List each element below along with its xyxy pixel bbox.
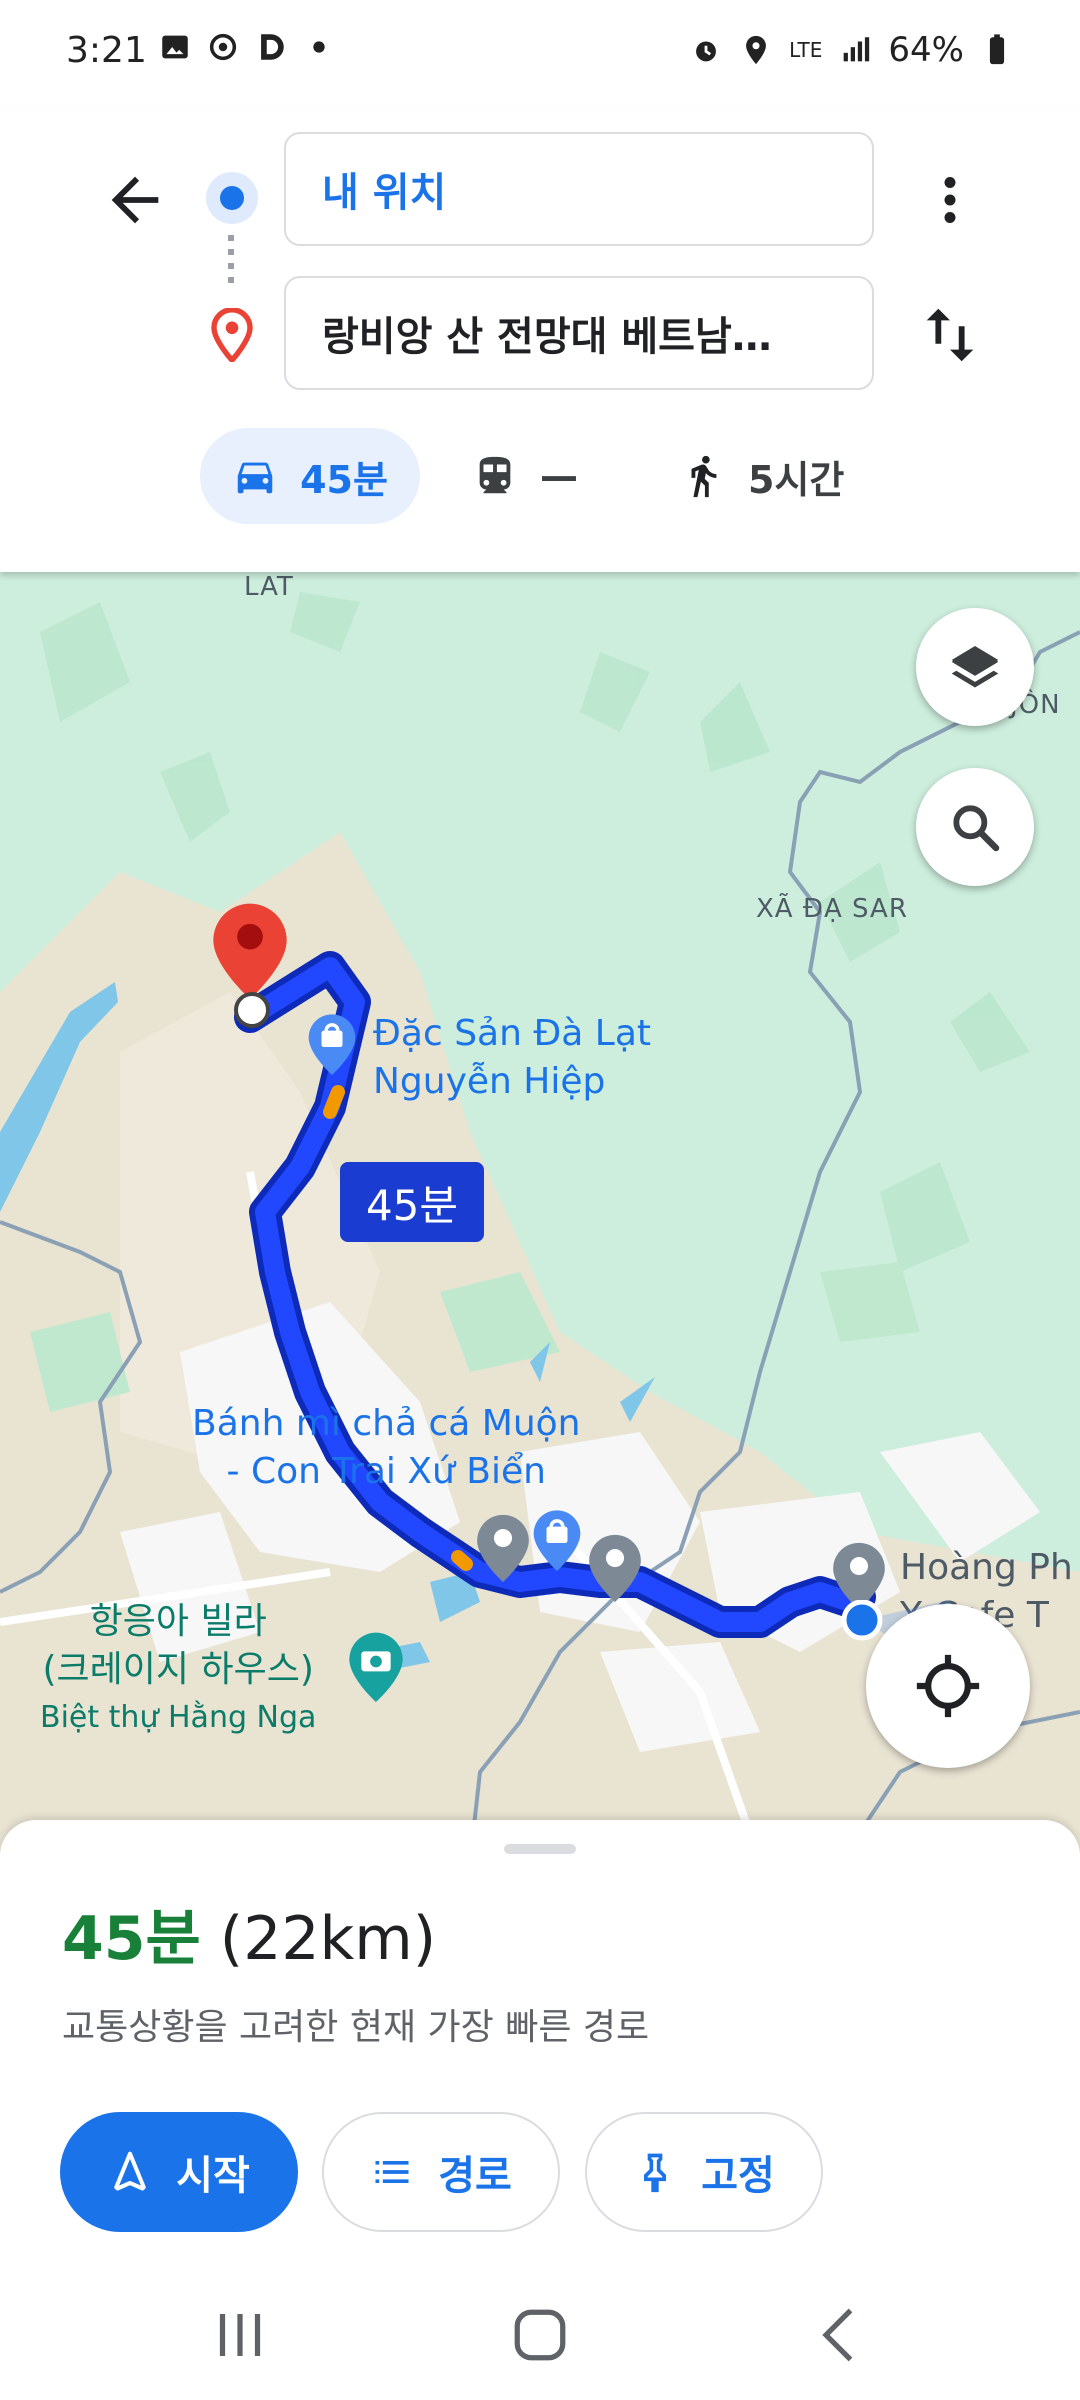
- pin-button[interactable]: 고정: [585, 2112, 823, 2232]
- directions-header: 내 위치 랑비앙 산 전망대 베트남… 45분 — 5시간: [0, 110, 1080, 572]
- route-summary: 45분 (22km): [62, 1890, 436, 1977]
- location-icon: [746, 35, 767, 65]
- app-icon: [209, 33, 237, 61]
- poi-dac-san-line1: Đặc Sản Đà Lạt: [373, 1013, 651, 1054]
- pin-icon: [644, 2153, 667, 2193]
- shopping-poi-icon[interactable]: [303, 1012, 361, 1082]
- steps-button[interactable]: 경로: [322, 2112, 560, 2232]
- status-time: 3:21: [66, 30, 147, 71]
- battery-icon: [989, 34, 1005, 65]
- system-icons: LTE 64%: [689, 30, 1014, 70]
- mode-walking[interactable]: 5시간: [680, 428, 844, 524]
- transit-icon: [479, 456, 511, 494]
- poi-dac-san[interactable]: Đặc Sản Đà Lạt Nguyễn Hiệp: [373, 1010, 651, 1106]
- poi-banh-mi-line2: - Con Trai Xứ Biển: [226, 1451, 546, 1492]
- destination-pin-icon: [211, 308, 253, 362]
- battery-percent: 64%: [888, 30, 964, 70]
- place-pin-icon[interactable]: [472, 1512, 534, 1590]
- gallery-icon: [162, 35, 188, 59]
- origin-marker-icon: [206, 172, 258, 224]
- search-button[interactable]: [916, 768, 1034, 886]
- navigation-arrow-icon: [114, 2151, 146, 2191]
- back-nav-icon[interactable]: [800, 2300, 880, 2370]
- origin-field[interactable]: 내 위치: [284, 132, 874, 246]
- car-icon: [237, 462, 273, 494]
- route-connector: [228, 235, 234, 285]
- map-view[interactable]: LAT JÔN XÃ ĐẠ SAR Đặc Sản Đà Lạt Nguyễn …: [0, 572, 1080, 1862]
- more-options-icon[interactable]: [920, 165, 980, 235]
- route-distance: (22km): [219, 1904, 437, 1974]
- network-type: LTE: [789, 38, 823, 62]
- shopping-poi-icon-2[interactable]: [528, 1508, 586, 1578]
- swap-icon[interactable]: [915, 295, 985, 375]
- place-pin-icon-2[interactable]: [584, 1532, 646, 1610]
- layers-icon: [951, 646, 999, 688]
- status-bar: 3:21 LTE 64%: [0, 0, 1080, 110]
- start-label: 시작: [176, 2153, 250, 2199]
- signal-icon: [844, 37, 870, 62]
- alarm-icon: [696, 41, 717, 62]
- destination-field[interactable]: 랑비앙 산 전망대 베트남…: [284, 276, 874, 390]
- search-icon: [953, 805, 1000, 852]
- travel-modes: 45분 — 5시간: [200, 428, 900, 524]
- route-description: 교통상황을 고려한 현재 가장 빠른 경로: [62, 2007, 650, 2048]
- poi-villa-line1: 항응아 빌라: [89, 1601, 267, 1642]
- poi-hoang-line1: Hoàng Ph: [900, 1547, 1073, 1588]
- camera-poi-icon[interactable]: [344, 1630, 408, 1710]
- back-arrow-icon[interactable]: [100, 165, 170, 235]
- pin-label: 고정: [701, 2153, 775, 2199]
- poi-villa-line3: Biệt thự Hằng Nga: [40, 1700, 317, 1735]
- d-app-icon: [261, 34, 284, 60]
- walking-time: 5시간: [748, 457, 845, 502]
- steps-label: 경로: [438, 2153, 512, 2199]
- mode-driving[interactable]: 45분: [200, 428, 420, 524]
- poi-banh-mi[interactable]: Bánh mì chả cá Muộn - Con Trai Xứ Biển: [192, 1400, 580, 1496]
- map-label-lat: LAT: [244, 572, 294, 602]
- start-navigation-button[interactable]: 시작: [60, 2112, 298, 2232]
- recent-apps-icon[interactable]: [200, 2300, 280, 2370]
- dot-icon: [313, 41, 325, 53]
- system-nav-bar: [0, 2260, 1080, 2400]
- poi-dac-san-line2: Nguyễn Hiệp: [373, 1061, 606, 1102]
- poi-villa[interactable]: 항응아 빌라 (크레이지 하우스) Biệt thự Hằng Nga: [40, 1598, 316, 1742]
- walk-icon: [691, 455, 717, 498]
- poi-banh-mi-line1: Bánh mì chả cá Muộn: [192, 1403, 581, 1444]
- home-icon[interactable]: [500, 2300, 580, 2370]
- crosshair-icon: [916, 1654, 980, 1718]
- sheet-drag-handle[interactable]: [504, 1844, 576, 1854]
- layers-button[interactable]: [916, 608, 1034, 726]
- my-location-button[interactable]: [866, 1604, 1030, 1768]
- route-end-dot-icon: [234, 992, 270, 1028]
- driving-time: 45분: [300, 457, 388, 502]
- poi-villa-line2: (크레이지 하우스): [42, 1649, 314, 1690]
- map-label-xa-da-sar: XÃ ĐẠ SAR: [756, 894, 908, 924]
- list-icon: [375, 2161, 409, 2183]
- transit-time: —: [540, 454, 578, 498]
- notification-icons: [158, 30, 336, 64]
- mode-transit[interactable]: —: [472, 428, 578, 524]
- route-eta-badge[interactable]: 45분: [340, 1162, 484, 1242]
- route-duration: 45분: [62, 1904, 201, 1974]
